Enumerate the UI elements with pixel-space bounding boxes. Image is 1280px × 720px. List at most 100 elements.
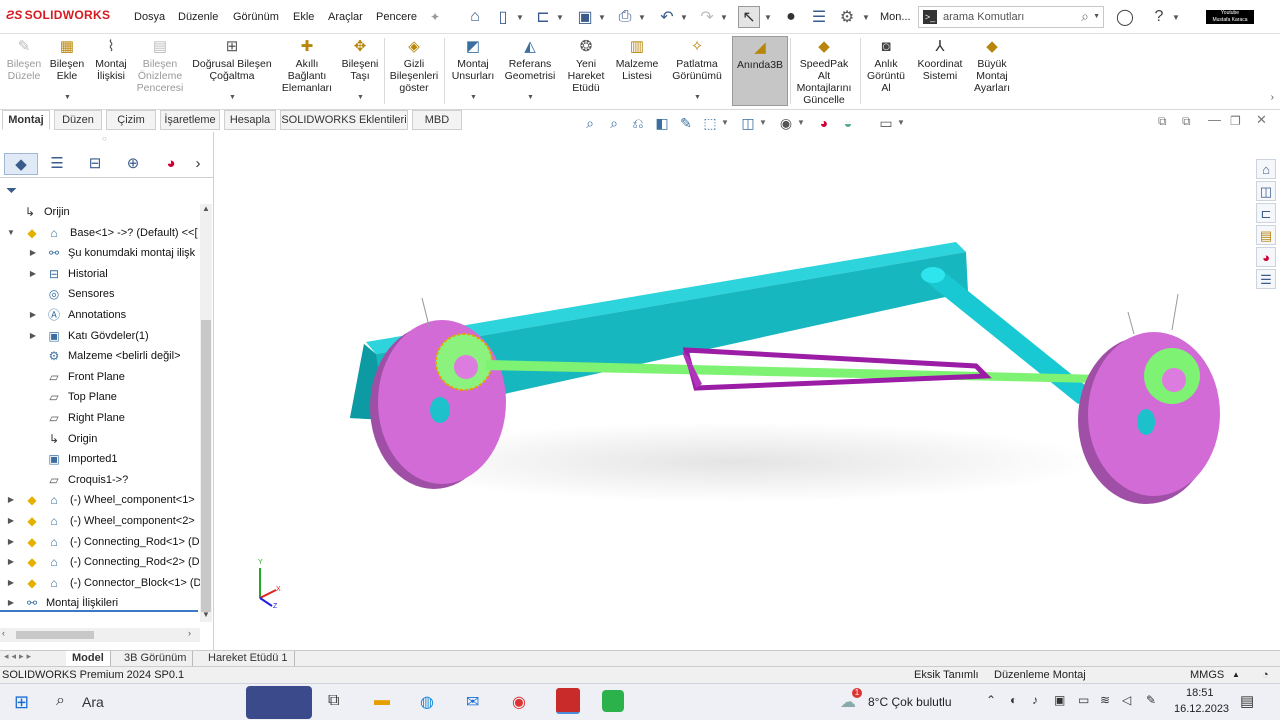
chevron-down-icon[interactable]: ▼ — [680, 6, 688, 28]
tab-mbd[interactable]: MBD — [412, 110, 462, 130]
tab-cizim[interactable]: Çizim — [106, 110, 156, 130]
new-document-icon[interactable]: ▯ — [492, 6, 514, 28]
weather-text[interactable]: 8°C Çok bulutlu — [868, 695, 952, 709]
feature-manager-tab-icon[interactable]: ◆ — [4, 153, 38, 175]
zoom-to-area-icon[interactable]: ⌕ — [604, 113, 624, 133]
speedpak-update-button[interactable]: ◆ SpeedPak Alt Montajlarını Güncelle — [792, 36, 856, 106]
tree-item[interactable]: ▶ ⚯ Şu konumdaki montaj ilişk — [0, 243, 200, 263]
scroll-thumb[interactable] — [201, 320, 211, 612]
pen-icon[interactable]: ✎ — [1146, 693, 1156, 707]
tab-model[interactable]: Model — [66, 651, 111, 666]
configuration-manager-tab-icon[interactable]: ⊟ — [78, 153, 112, 175]
file-explorer-icon[interactable]: ⊏ — [1256, 203, 1276, 223]
tile-left-icon[interactable]: ⧉ — [1158, 114, 1167, 129]
close-icon[interactable]: ✕ — [1256, 112, 1267, 128]
chevron-down-icon[interactable]: ▼ — [1093, 13, 1100, 20]
view-orientation-icon[interactable]: ⬚ — [700, 113, 720, 133]
tab-nav-arrows[interactable]: ◂◂▸▸ — [4, 651, 34, 662]
home-icon[interactable]: ⌂ — [464, 6, 486, 28]
display-style-icon[interactable]: ◫ — [738, 113, 758, 133]
taskbar-search[interactable]: Ara — [82, 694, 104, 710]
reference-geometry-button[interactable]: ◭ Referans Geometrisi ▼ — [500, 36, 560, 106]
scroll-left-icon[interactable]: ‹ — [2, 628, 5, 638]
chevron-down-icon[interactable]: ▼ — [556, 6, 564, 28]
expand-arrow-icon[interactable]: ▶ — [6, 552, 16, 572]
horizontal-scrollbar[interactable]: ‹ › — [0, 628, 200, 642]
scroll-right-icon[interactable]: › — [188, 628, 191, 638]
edit-appearance-icon[interactable]: ◕ — [814, 113, 834, 133]
notification-icon[interactable]: ▤ — [1240, 692, 1254, 710]
chevron-down-icon[interactable]: ▼ — [527, 92, 534, 104]
display-manager-tab-icon[interactable]: ◕ — [154, 153, 188, 175]
clock-date[interactable]: 16.12.2023 — [1174, 703, 1229, 715]
volume-icon[interactable]: ◁ — [1122, 693, 1131, 707]
solidworks-logo[interactable]: ƧS SOLIDWORKS — [6, 8, 110, 22]
solidworks-resources-icon[interactable]: ⌂ — [1256, 159, 1276, 179]
search-input[interactable]: arama Komutları — [943, 11, 1024, 23]
expand-arrow-icon[interactable]: ▶ — [28, 326, 38, 346]
tab-motion-study[interactable]: Hareket Etüdü 1 — [202, 651, 295, 666]
previous-view-icon[interactable]: ⎌ — [628, 113, 648, 133]
tab-montaj[interactable]: Montaj — [2, 110, 50, 130]
tree-item[interactable]: ▶ ⊟ Historial — [0, 264, 200, 284]
tab-3d-view[interactable]: 3B Görünüm — [118, 651, 194, 666]
tab-duzen[interactable]: Düzen — [54, 110, 102, 130]
chevron-up-icon[interactable]: ⌃ — [986, 693, 996, 707]
tree-item[interactable]: ▶ ◆ ⌂ (-) Wheel_component<1> — [0, 490, 200, 510]
tree-item[interactable]: ⚙ Malzeme <belirli değil> — [0, 346, 200, 366]
search-commands-box[interactable]: >_ arama Komutları ⌕ ▼ — [918, 6, 1104, 28]
zoom-to-fit-icon[interactable]: ⌕ — [580, 113, 600, 133]
clock-time[interactable]: 18:51 — [1186, 687, 1214, 699]
menu-ekle[interactable]: Ekle — [293, 11, 314, 23]
pin-icon[interactable]: ✦ — [424, 6, 446, 28]
search-icon[interactable]: ⌕ — [56, 692, 65, 710]
select-cursor-icon[interactable]: ↖ — [738, 6, 760, 28]
tree-item[interactable]: ▱ Top Plane — [0, 387, 200, 407]
tree-item[interactable]: ◎ Sensores — [0, 284, 200, 304]
undo-icon[interactable]: ↶ — [656, 6, 678, 28]
menu-dosya[interactable]: Dosya — [134, 11, 165, 23]
instant3d-button[interactable]: ◢ Anında3B — [732, 36, 788, 106]
dynamic-annotation-icon[interactable]: ✎ — [676, 113, 696, 133]
task-view-icon[interactable]: ⧉ — [328, 692, 339, 710]
chevron-down-icon[interactable]: ▼ — [1172, 6, 1180, 28]
apply-scene-icon[interactable]: ◒ — [838, 113, 858, 133]
mate-button[interactable]: ⌇ Montaj İlişkisi — [90, 36, 132, 106]
restore-icon[interactable]: ❐ — [1230, 114, 1241, 128]
menu-pencere[interactable]: Pencere — [376, 11, 417, 23]
solidworks-taskbar-icon[interactable] — [556, 688, 580, 714]
expand-arrow-icon[interactable]: ▶ — [6, 511, 16, 531]
tree-item[interactable]: ▼ ◆ ⌂ Base<1> ->? (Default) <<[ — [0, 223, 200, 243]
expand-arrow-icon[interactable]: ▶ — [28, 243, 38, 263]
help-icon[interactable]: ? — [1148, 6, 1170, 28]
insert-component-button[interactable]: ▦ Bileşen Ekle ▼ — [48, 36, 86, 106]
linear-pattern-button[interactable]: ⊞ Doğrusal Bileşen Çoğaltma ▼ — [188, 36, 276, 106]
assembly-features-button[interactable]: ◩ Montaj Unsurları ▼ — [448, 36, 498, 106]
print-icon[interactable]: ⎙ — [614, 6, 636, 28]
dimxpert-tab-icon[interactable]: ⊕ — [116, 153, 150, 175]
chevron-down-icon[interactable]: ▼ — [764, 6, 772, 28]
tree-item[interactable]: ▶ ◆ ⌂ (-) Connector_Block<1> (D — [0, 573, 200, 593]
graphics-area[interactable]: Y X Z — [216, 132, 1252, 650]
windows-start-icon[interactable]: ⊞ — [14, 692, 29, 713]
component-preview-button[interactable]: ▤ Bileşen Önizleme Penceresi — [134, 36, 186, 106]
tile-right-icon[interactable]: ⧉ — [1182, 114, 1191, 129]
tree-item[interactable]: ▱ Front Plane — [0, 367, 200, 387]
menu-duzenle[interactable]: Düzenle — [178, 11, 218, 23]
redo-icon[interactable]: ↷ — [696, 6, 718, 28]
chevron-down-icon[interactable]: ▼ — [862, 6, 870, 28]
edge-browser-icon[interactable]: ◍ — [420, 692, 434, 712]
exploded-view-button[interactable]: ✧ Patlatma Görünümü ▼ — [666, 36, 728, 106]
expand-arrow-icon[interactable]: ▶ — [6, 490, 16, 510]
search-highlight-image[interactable] — [246, 686, 312, 719]
edit-component-button[interactable]: ✎ Bileşen Düzele — [4, 36, 44, 106]
tree-item[interactable]: ▣ Imported1 — [0, 449, 200, 469]
custom-properties-icon[interactable]: ☰ — [1256, 269, 1276, 289]
chevron-down-icon[interactable]: ▼ — [720, 113, 730, 133]
file-explorer-icon[interactable]: ▬ — [374, 692, 390, 710]
show-hidden-components-button[interactable]: ◈ Gizli Bileşenleri göster — [388, 36, 440, 106]
wifi-icon[interactable]: ≋ — [1100, 693, 1110, 707]
property-manager-tab-icon[interactable]: ☰ — [40, 153, 74, 175]
chevron-down-icon[interactable]: ▼ — [758, 113, 768, 133]
chevron-down-icon[interactable]: ▼ — [229, 92, 236, 104]
